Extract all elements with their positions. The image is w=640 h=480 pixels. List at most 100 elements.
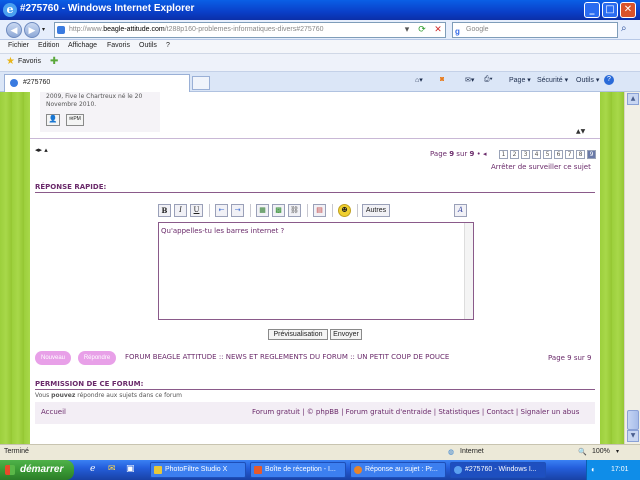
forward-arrow-icon[interactable]: ▶ — [24, 22, 40, 38]
preview-button[interactable]: Prévisualisation — [268, 329, 328, 340]
taskbar-item-firefox[interactable]: Réponse au sujet : Pr... — [350, 462, 446, 478]
mail-icon[interactable]: ✉▾ — [465, 76, 474, 84]
mail-quicklaunch-icon[interactable]: ✉ — [108, 464, 116, 474]
favorites-button[interactable]: Favoris — [18, 58, 41, 65]
link-icon[interactable]: ⛓ — [288, 204, 301, 217]
heading-rule — [35, 192, 595, 193]
taskbar-item-ie[interactable]: #275760 - Windows I... — [450, 462, 546, 478]
home-link[interactable]: Accueil — [41, 408, 66, 416]
profile-icon[interactable]: 👤 — [46, 114, 60, 126]
breadcrumb[interactable]: FORUM BEAGLE ATTITUDE :: NEWS ET REGLEME… — [125, 353, 449, 361]
tab-current[interactable]: #275760 — [4, 74, 190, 92]
others-button[interactable]: Autres — [362, 204, 390, 217]
start-button[interactable]: démarrer — [0, 460, 74, 480]
scroll-down-icon[interactable]: ▼ — [627, 430, 639, 442]
clock[interactable]: 17:01 — [611, 466, 629, 473]
scroll-up-down-icon[interactable]: ▲▼ — [576, 128, 585, 135]
url-rest: /t288p160-problemes-informatiques-divers… — [164, 26, 324, 33]
stop-icon[interactable]: ✕ — [431, 23, 445, 37]
stop-watching-link[interactable]: Arrêter de surveiller ce sujet — [491, 163, 591, 171]
globe-icon: ◍ — [448, 449, 455, 456]
page-menu[interactable]: Page ▾ — [509, 76, 531, 84]
page-link-2[interactable]: 2 — [510, 150, 519, 159]
underline-button[interactable]: U — [190, 204, 203, 217]
page-link-4[interactable]: 4 — [532, 150, 541, 159]
zoom-level[interactable]: 100% — [592, 448, 610, 455]
menu-outils[interactable]: Outils — [139, 42, 157, 49]
ie-logo-icon: e — [3, 3, 17, 17]
new-tab-button[interactable] — [192, 76, 210, 90]
page-link-1[interactable]: 1 — [499, 150, 508, 159]
scrollbar-thumb[interactable] — [627, 410, 639, 430]
page-link-8[interactable]: 8 — [576, 150, 585, 159]
reply-textarea[interactable]: Qu'appelles-tu les barres internet ? — [158, 222, 474, 320]
volume-icon[interactable]: ◐ — [591, 465, 596, 474]
menu-fichier[interactable]: Fichier — [8, 42, 29, 49]
feeds-icon[interactable]: ◙ — [440, 76, 444, 83]
page-link-5[interactable]: 5 — [543, 150, 552, 159]
permissions-pre: Vous — [35, 392, 52, 399]
dropdown-icon[interactable]: ▾ — [400, 23, 414, 37]
toolbar-separator — [357, 204, 358, 217]
bold-button[interactable]: B — [158, 204, 171, 217]
back-arrow-icon[interactable]: ◀ — [6, 22, 22, 38]
tools-menu[interactable]: Outils ▾ — [576, 76, 599, 84]
send-button[interactable]: Envoyer — [330, 329, 362, 340]
ie-quicklaunch-icon[interactable]: ℯ — [90, 464, 95, 474]
history-dropdown-icon[interactable]: ▾ — [42, 26, 45, 33]
taskbar-item-photofiltre[interactable]: PhotoFiltre Studio X — [150, 462, 246, 478]
start-label: démarrer — [20, 464, 64, 475]
favorites-star-icon[interactable]: ★ — [6, 56, 15, 67]
menu-favoris[interactable]: Favoris — [107, 42, 130, 49]
smiley-icon[interactable]: ☻ — [338, 204, 351, 217]
footer-links[interactable]: Forum gratuit | © phpBB | Forum gratuit … — [252, 408, 579, 416]
image-icon[interactable]: ▩ — [272, 204, 285, 217]
zone-text: Internet — [460, 448, 484, 455]
font-size-icon[interactable]: A — [454, 204, 467, 217]
taskbar-item-mail[interactable]: Boîte de réception - I... — [250, 462, 346, 478]
page-label: Page — [430, 150, 447, 158]
color-icon[interactable]: ▤ — [313, 204, 326, 217]
windows-flag-icon — [5, 465, 15, 475]
table-icon[interactable]: ▦ — [256, 204, 269, 217]
print-icon[interactable]: ⎙▾ — [484, 76, 493, 84]
search-input[interactable]: g Google — [452, 22, 618, 38]
menu-edition[interactable]: Edition — [38, 42, 59, 49]
add-favorite-icon[interactable]: ✚ — [50, 56, 58, 67]
security-menu[interactable]: Sécurité ▾ — [537, 76, 568, 84]
page-of-text: Page 9 sur 9 — [548, 354, 592, 362]
menu-bar: Fichier Edition Affichage Favoris Outils… — [0, 40, 640, 54]
align-right-icon[interactable]: ⇥ — [231, 204, 244, 217]
page-link-3[interactable]: 3 — [521, 150, 530, 159]
scroll-up-icon[interactable]: ▲ — [627, 93, 639, 105]
prev-page-icon[interactable]: • ◂ — [477, 150, 487, 158]
align-left-icon[interactable]: ⇤ — [215, 204, 228, 217]
pagination-text: Page 9 sur 9 • ◂ — [430, 150, 486, 158]
permissions-bold: pouvez — [51, 392, 76, 399]
page-scrollbar[interactable]: ▲ ▼ — [624, 92, 640, 444]
pm-icon[interactable]: ✉PM — [66, 114, 84, 126]
reply-button[interactable]: Répondre — [78, 351, 116, 365]
sur-label: sur — [456, 150, 468, 158]
toolbar-separator — [250, 204, 251, 217]
textarea-scrollbar[interactable] — [464, 223, 473, 319]
menu-help[interactable]: ? — [166, 42, 170, 49]
italic-button[interactable]: I — [174, 204, 187, 217]
search-icon[interactable]: ⌕ — [621, 23, 635, 37]
refresh-icon[interactable]: ⟳ — [415, 23, 429, 37]
minimize-button[interactable]: _ — [584, 2, 600, 18]
home-icon[interactable]: ⌂▾ — [415, 76, 423, 84]
address-bar[interactable]: http://www.beagle-attitude.com/t288p160-… — [54, 22, 446, 38]
desktop-quicklaunch-icon[interactable]: ▣ — [126, 464, 135, 474]
top-bottom-icon[interactable]: ◂▸ ▴ — [35, 146, 48, 154]
new-topic-button[interactable]: Nouveau — [35, 351, 71, 365]
page-link-6[interactable]: 6 — [554, 150, 563, 159]
help-icon[interactable]: ? — [604, 75, 614, 85]
page-link-9-current[interactable]: 9 — [587, 150, 596, 159]
heading-rule — [35, 389, 595, 390]
menu-affichage[interactable]: Affichage — [68, 42, 97, 49]
close-button[interactable]: ✕ — [620, 2, 636, 18]
zoom-dropdown-icon[interactable]: ▾ — [616, 448, 619, 455]
maximize-button[interactable]: □ — [602, 2, 618, 18]
page-link-7[interactable]: 7 — [565, 150, 574, 159]
